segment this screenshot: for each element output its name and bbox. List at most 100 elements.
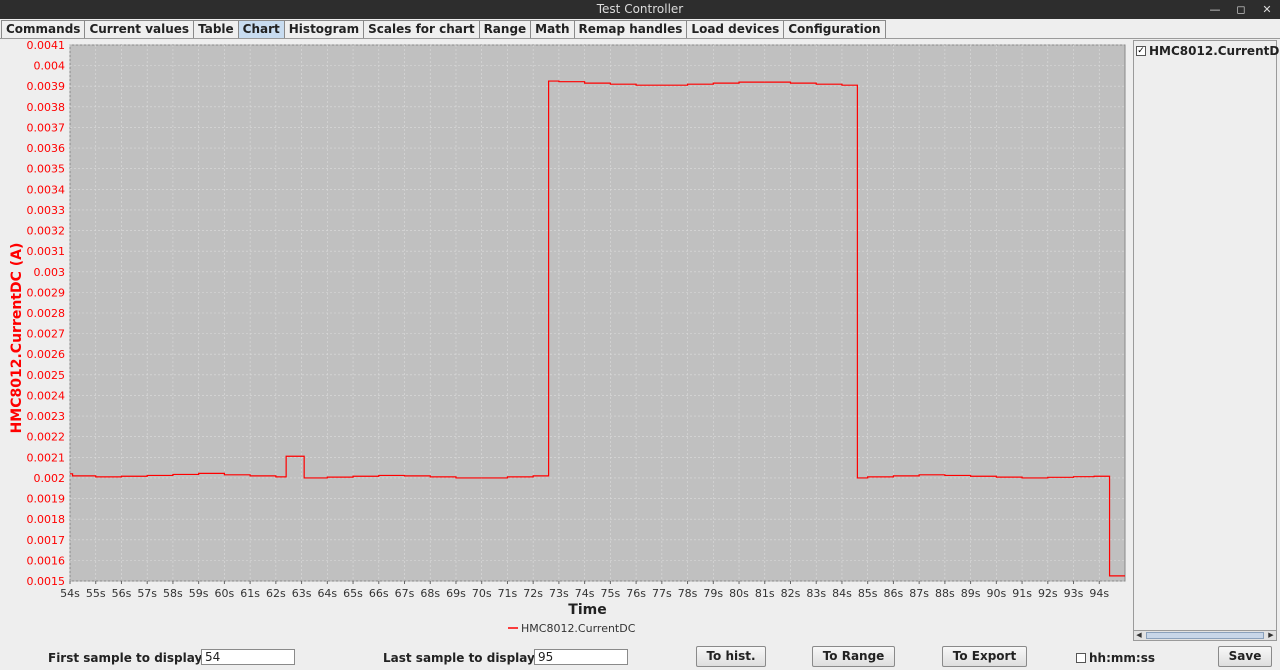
x-tick-label: 89s bbox=[961, 587, 981, 600]
x-tick-label: 78s bbox=[678, 587, 698, 600]
x-tick-label: 82s bbox=[781, 587, 801, 600]
tab-histogram[interactable]: Histogram bbox=[283, 20, 365, 38]
x-tick-label: 68s bbox=[420, 587, 440, 600]
tab-chart[interactable]: Chart bbox=[237, 20, 285, 38]
x-axis-ticks: 54s 55s 56s 57s 58s 59s 60s 61s 62s 63s 64s 65s 66s 6… bbox=[60, 581, 1109, 600]
tab-math[interactable]: Math bbox=[530, 20, 575, 38]
y-tick-label: 0.0039 bbox=[27, 80, 66, 93]
x-tick-label: 58s bbox=[163, 587, 183, 600]
x-tick-label: 87s bbox=[909, 587, 929, 600]
x-tick-label: 85s bbox=[858, 587, 878, 600]
series-list-label: HMC8012.CurrentDC bbox=[1149, 44, 1280, 58]
tab-range[interactable]: Range bbox=[478, 20, 532, 38]
y-tick-label: 0.004 bbox=[34, 60, 66, 73]
first-sample-input[interactable] bbox=[201, 649, 295, 665]
last-sample-input[interactable] bbox=[534, 649, 628, 665]
x-tick-label: 93s bbox=[1064, 587, 1084, 600]
y-tick-label: 0.0023 bbox=[27, 410, 66, 423]
y-tick-label: 0.0034 bbox=[27, 183, 66, 196]
last-sample-label: Last sample to display: bbox=[383, 651, 540, 665]
x-tick-label: 92s bbox=[1038, 587, 1058, 600]
to-range-button[interactable]: To Range bbox=[812, 646, 895, 667]
x-tick-label: 60s bbox=[215, 587, 235, 600]
y-tick-label: 0.0037 bbox=[27, 121, 66, 134]
y-tick-label: 0.003 bbox=[34, 266, 66, 279]
x-tick-label: 72s bbox=[523, 587, 543, 600]
x-tick-label: 61s bbox=[240, 587, 260, 600]
x-axis-label: Time bbox=[568, 602, 606, 618]
y-tick-label: 0.002 bbox=[34, 472, 66, 485]
x-tick-label: 84s bbox=[832, 587, 852, 600]
series-list: ✓ HMC8012.CurrentDC bbox=[1133, 40, 1280, 640]
x-tick-label: 81s bbox=[755, 587, 775, 600]
y-tick-label: 0.0017 bbox=[27, 534, 66, 547]
to-export-button[interactable]: To Export bbox=[942, 646, 1027, 667]
x-tick-label: 56s bbox=[112, 587, 132, 600]
x-tick-label: 65s bbox=[343, 587, 363, 600]
x-tick-label: 57s bbox=[137, 587, 157, 600]
y-tick-label: 0.0031 bbox=[27, 245, 66, 258]
y-tick-label: 0.0025 bbox=[27, 369, 66, 382]
minimize-icon[interactable]: — bbox=[1208, 0, 1222, 19]
y-tick-label: 0.0041 bbox=[27, 39, 66, 52]
close-icon[interactable]: ✕ bbox=[1260, 0, 1274, 19]
x-tick-label: 73s bbox=[549, 587, 569, 600]
x-tick-label: 83s bbox=[806, 587, 826, 600]
x-tick-label: 90s bbox=[986, 587, 1006, 600]
tab-bar: Commands Current values Table Chart Hist… bbox=[1, 20, 886, 38]
x-tick-label: 55s bbox=[86, 587, 106, 600]
y-tick-label: 0.0033 bbox=[27, 204, 66, 217]
tab-remap-handles[interactable]: Remap handles bbox=[573, 20, 688, 38]
y-tick-label: 0.0022 bbox=[27, 431, 66, 444]
series-checkbox[interactable]: ✓ bbox=[1136, 46, 1146, 56]
tab-load-devices[interactable]: Load devices bbox=[686, 20, 785, 38]
x-tick-label: 76s bbox=[626, 587, 646, 600]
y-tick-label: 0.0028 bbox=[27, 307, 66, 320]
x-tick-label: 69s bbox=[446, 587, 466, 600]
x-tick-label: 64s bbox=[317, 587, 337, 600]
scroll-thumb[interactable] bbox=[1146, 632, 1264, 639]
x-tick-label: 91s bbox=[1012, 587, 1032, 600]
y-tick-label: 0.0024 bbox=[27, 389, 66, 402]
x-tick-label: 79s bbox=[703, 587, 723, 600]
series-list-scrollbar[interactable]: ◀ ▶ bbox=[1133, 630, 1277, 641]
tab-scales-for-chart[interactable]: Scales for chart bbox=[363, 20, 480, 38]
x-tick-label: 80s bbox=[729, 587, 749, 600]
x-tick-label: 77s bbox=[652, 587, 672, 600]
y-tick-label: 0.0016 bbox=[27, 554, 66, 567]
x-tick-label: 62s bbox=[266, 587, 286, 600]
y-tick-label: 0.0029 bbox=[27, 286, 66, 299]
x-tick-label: 66s bbox=[369, 587, 389, 600]
scroll-left-icon[interactable]: ◀ bbox=[1134, 631, 1144, 640]
x-tick-label: 54s bbox=[60, 587, 80, 600]
y-tick-label: 0.0035 bbox=[27, 163, 66, 176]
x-tick-label: 63s bbox=[292, 587, 312, 600]
scroll-right-icon[interactable]: ▶ bbox=[1266, 631, 1276, 640]
tab-commands[interactable]: Commands bbox=[1, 20, 86, 38]
y-tick-label: 0.0038 bbox=[27, 101, 66, 114]
y-tick-label: 0.0021 bbox=[27, 451, 66, 464]
window-titlebar: Test Controller — ◻ ✕ bbox=[0, 0, 1280, 19]
x-tick-label: 75s bbox=[600, 587, 620, 600]
hhmmss-checkbox-group[interactable]: hh:mm:ss bbox=[1076, 651, 1155, 665]
x-tick-label: 88s bbox=[935, 587, 955, 600]
tab-current-values[interactable]: Current values bbox=[84, 20, 195, 38]
legend-entry: HMC8012.CurrentDC bbox=[521, 622, 636, 635]
y-axis-label: HMC8012.CurrentDC (A) bbox=[9, 243, 25, 434]
maximize-icon[interactable]: ◻ bbox=[1234, 0, 1248, 19]
first-sample-label: First sample to display: bbox=[48, 651, 208, 665]
chart-controls: First sample to display: Last sample to … bbox=[0, 642, 1280, 670]
x-tick-label: 74s bbox=[575, 587, 595, 600]
to-hist-button[interactable]: To hist. bbox=[696, 646, 766, 667]
hhmmss-checkbox[interactable] bbox=[1076, 653, 1086, 663]
y-tick-label: 0.0036 bbox=[27, 142, 66, 155]
chart: 0.0041 0.004 0.0039 0.0038 0.0037 0.0036 0.003… bbox=[9, 39, 1126, 635]
save-button[interactable]: Save bbox=[1218, 646, 1272, 667]
series-list-item[interactable]: ✓ HMC8012.CurrentDC bbox=[1136, 43, 1280, 59]
x-tick-label: 71s bbox=[498, 587, 518, 600]
x-tick-label: 59s bbox=[189, 587, 209, 600]
tab-configuration[interactable]: Configuration bbox=[783, 20, 886, 38]
hhmmss-label: hh:mm:ss bbox=[1089, 651, 1155, 665]
tab-table[interactable]: Table bbox=[193, 20, 239, 38]
y-tick-label: 0.0032 bbox=[27, 225, 66, 238]
